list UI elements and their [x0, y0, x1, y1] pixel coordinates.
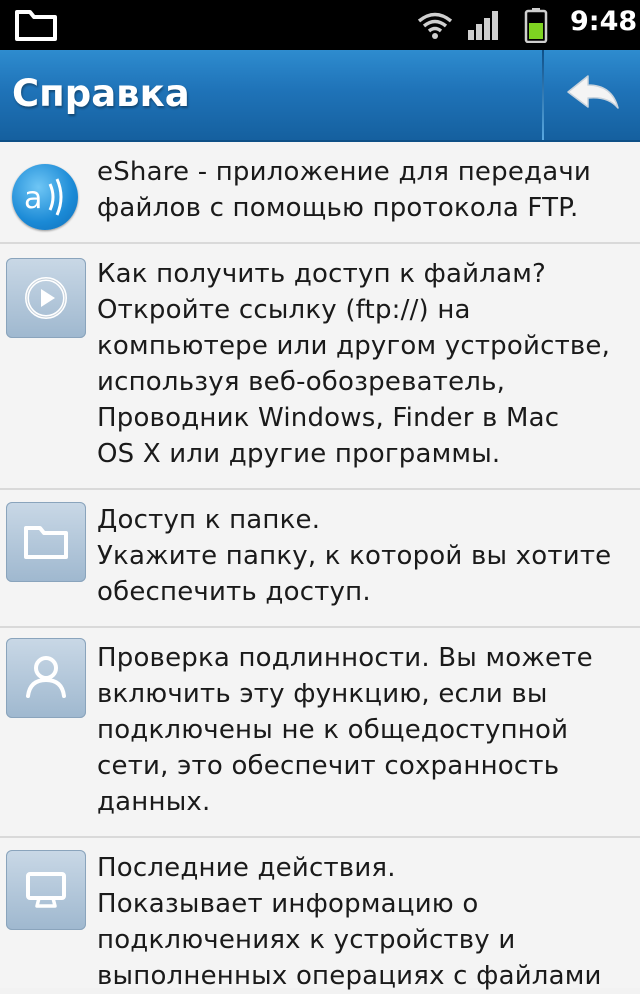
- eshare-logo-icon: a: [12, 164, 78, 230]
- back-button[interactable]: [544, 50, 640, 140]
- list-item: Проверка подлинности. Вы можете включить…: [0, 628, 640, 838]
- svg-text:a: a: [24, 181, 42, 216]
- user-icon: [6, 638, 86, 718]
- play-icon: [6, 258, 86, 338]
- folder-icon: [6, 502, 86, 582]
- list-item-text: Доступ к папке. Укажите папку, к которой…: [97, 505, 612, 607]
- list-item: a eShare - приложение для передачи файло…: [0, 142, 640, 244]
- list-item-text: Как получить доступ к файлам? Откройте с…: [97, 259, 611, 469]
- list-item: Последние действия. Показывает информаци…: [0, 838, 640, 991]
- list-item-text: Проверка подлинности. Вы можете включить…: [97, 643, 593, 817]
- help-list: a eShare - приложение для передачи файло…: [0, 142, 640, 991]
- title-bar: Справка: [0, 50, 640, 142]
- clock: 9:48: [570, 6, 638, 37]
- wifi-icon: [416, 10, 454, 44]
- battery-icon: [524, 7, 548, 47]
- list-item: Доступ к папке. Укажите папку, к которой…: [0, 490, 640, 628]
- list-item-text: Последние действия. Показывает информаци…: [97, 853, 602, 991]
- page-title: Справка: [12, 72, 190, 115]
- list-item: Как получить доступ к файлам? Откройте с…: [0, 244, 640, 490]
- signal-icon: [467, 10, 501, 44]
- computer-icon: [6, 850, 86, 930]
- status-bar: 9:48: [0, 0, 640, 50]
- back-arrow-icon: [567, 75, 619, 109]
- folder-icon: [14, 8, 58, 46]
- list-item-text: eShare - приложение для передачи файлов …: [97, 157, 592, 223]
